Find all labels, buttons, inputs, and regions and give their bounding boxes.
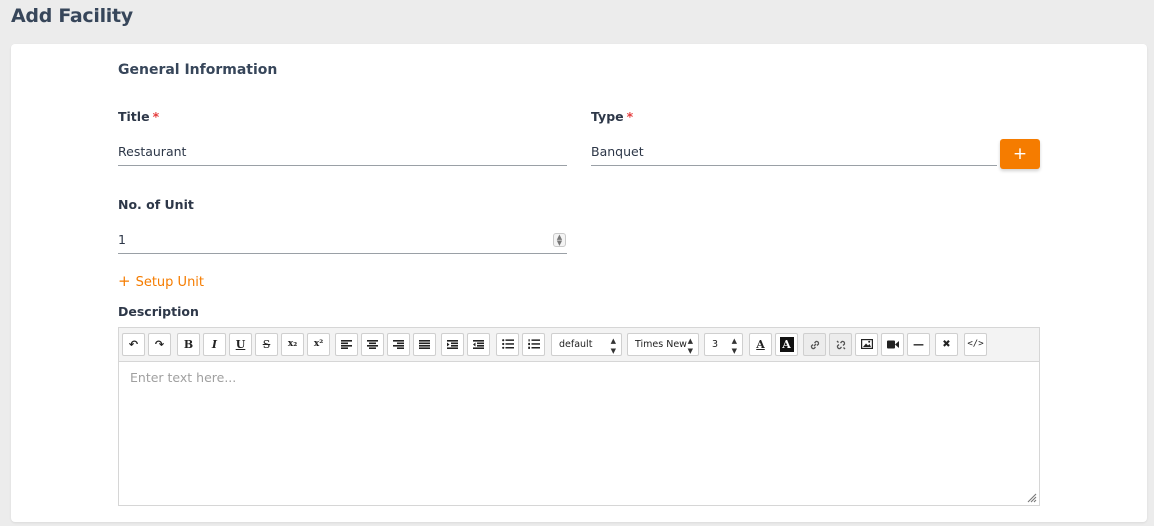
setup-unit-link[interactable]: + Setup Unit [118, 272, 204, 290]
horizontal-rule-button[interactable]: — [907, 333, 930, 356]
video-icon[interactable] [881, 333, 904, 356]
type-label: Type * [591, 109, 633, 124]
caret-updown-icon: ▲ ▼ [687, 337, 693, 355]
bold-button[interactable]: B [177, 333, 200, 356]
units-label: No. of Unit [118, 197, 194, 212]
align-right-icon[interactable] [387, 333, 410, 356]
font-format-select[interactable]: default ▲ ▼ [551, 333, 622, 356]
units-input[interactable] [118, 226, 567, 254]
subscript-button[interactable]: x₂ [281, 333, 304, 356]
unlink-icon[interactable] [829, 333, 852, 356]
description-label: Description [118, 304, 199, 319]
setup-unit-label: Setup Unit [135, 275, 205, 290]
italic-button[interactable]: I [203, 333, 226, 356]
font-size-value: 3 [712, 339, 719, 350]
type-input[interactable] [591, 138, 997, 166]
facility-form-card: General Information Title* Type* + No. o… [11, 44, 1147, 522]
text-color-button[interactable]: A [749, 333, 772, 356]
background-color-label: A [779, 337, 794, 352]
outdent-icon[interactable] [467, 333, 490, 356]
font-size-select[interactable]: 3 ▲ ▼ [704, 333, 743, 356]
underline-button[interactable]: U [229, 333, 252, 356]
align-center-icon[interactable] [361, 333, 384, 356]
align-left-icon[interactable] [335, 333, 358, 356]
strikethrough-button[interactable]: S [255, 333, 278, 356]
units-stepper[interactable]: ▲ ▼ [553, 233, 566, 247]
numbered-list-icon[interactable] [522, 333, 545, 356]
superscript-button[interactable]: x² [307, 333, 330, 356]
title-label: Title * [118, 109, 159, 124]
undo-icon[interactable]: ↶ [122, 333, 145, 356]
editor-toolbar: ↶ ↷ B I U S x₂ x² default ▲ ▼ Times New … [118, 327, 1040, 362]
type-label-text: Type [591, 109, 624, 124]
bullet-list-icon[interactable] [496, 333, 519, 356]
title-input[interactable] [118, 138, 567, 166]
link-icon[interactable] [803, 333, 826, 356]
caret-updown-icon: ▲ ▼ [610, 337, 616, 355]
remove-format-button[interactable]: ✖ [935, 333, 958, 356]
source-icon[interactable]: </> [964, 333, 987, 356]
indent-icon[interactable] [441, 333, 464, 356]
justify-icon[interactable] [413, 333, 436, 356]
image-icon[interactable] [855, 333, 878, 356]
required-mark: * [626, 109, 634, 124]
font-family-select[interactable]: Times New ▲ ▼ [627, 333, 699, 356]
caret-updown-icon: ▲ ▼ [731, 337, 737, 355]
editor-placeholder: Enter text here... [130, 370, 237, 385]
redo-icon[interactable]: ↷ [148, 333, 171, 356]
section-title: General Information [118, 62, 278, 78]
title-label-text: Title [118, 109, 150, 124]
resize-handle-icon[interactable] [1025, 491, 1037, 503]
page-title: Add Facility [11, 5, 133, 27]
plus-icon: + [118, 272, 131, 290]
description-editor[interactable]: Enter text here... [118, 362, 1040, 506]
required-mark: * [152, 109, 160, 124]
background-color-button[interactable]: A [775, 333, 798, 356]
font-family-value: Times New [635, 339, 687, 350]
add-type-button[interactable]: + [1000, 139, 1040, 169]
font-format-value: default [559, 339, 593, 350]
